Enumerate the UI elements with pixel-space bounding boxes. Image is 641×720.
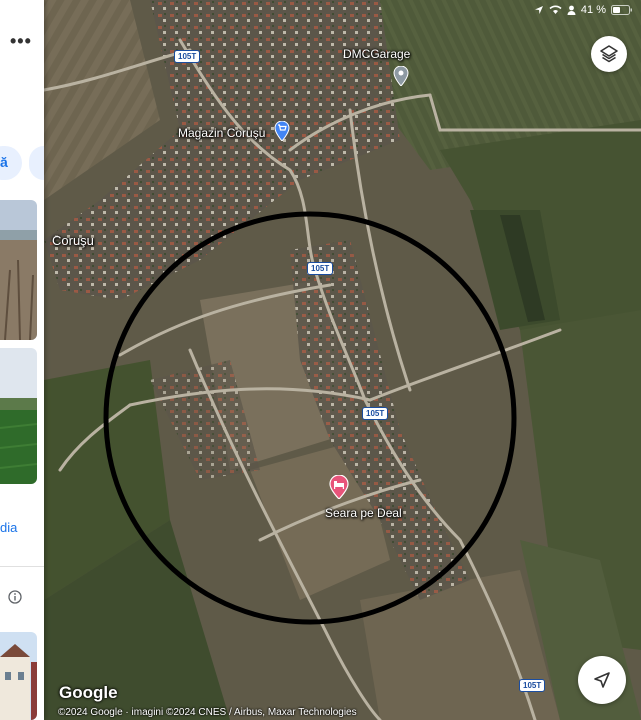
place-photo[interactable] [0,200,37,340]
wifi-icon [549,5,562,14]
shopping-cart-icon[interactable] [274,121,290,141]
side-panel[interactable]: ••• ă dia [0,0,44,720]
action-chip-secondary[interactable] [29,146,44,180]
route-shield: 105T [519,679,546,692]
more-horizontal-icon[interactable]: ••• [10,32,32,50]
info-icon[interactable] [8,590,22,604]
place-label-magazin-corusu[interactable]: Magazin Coruşu [178,126,265,140]
media-link[interactable]: dia [0,520,17,535]
place-label-corusu[interactable]: Coruşu [52,233,94,248]
place-photo[interactable] [0,632,37,720]
battery-icon [611,5,632,15]
route-shield: 105T [307,262,334,275]
place-label-seara-pe-deal[interactable]: Seara pe Deal [325,506,402,520]
route-shield: 105T [362,407,389,420]
navigation-arrow-icon [594,672,610,688]
layers-icon [600,45,618,63]
status-bar: 41 % [534,2,633,18]
battery-percentage: 41 % [580,4,606,16]
divider [0,566,44,567]
route-shield: 105T [174,50,201,63]
place-photo[interactable] [0,348,37,484]
map-pin-icon[interactable] [393,66,409,86]
bed-icon[interactable] [329,475,349,499]
location-arrow-icon [534,6,543,14]
satellite-map[interactable] [0,0,641,720]
layers-button[interactable] [591,36,627,72]
action-chip[interactable]: ă [0,146,22,180]
google-logo: Google [59,683,118,702]
map-attribution[interactable]: ©2024 Google · imagini ©2024 CNES / Airb… [58,707,357,718]
my-location-button[interactable] [578,656,626,704]
place-label-dmc-garage[interactable]: DMCGarage [343,47,410,61]
person-icon [567,5,576,15]
